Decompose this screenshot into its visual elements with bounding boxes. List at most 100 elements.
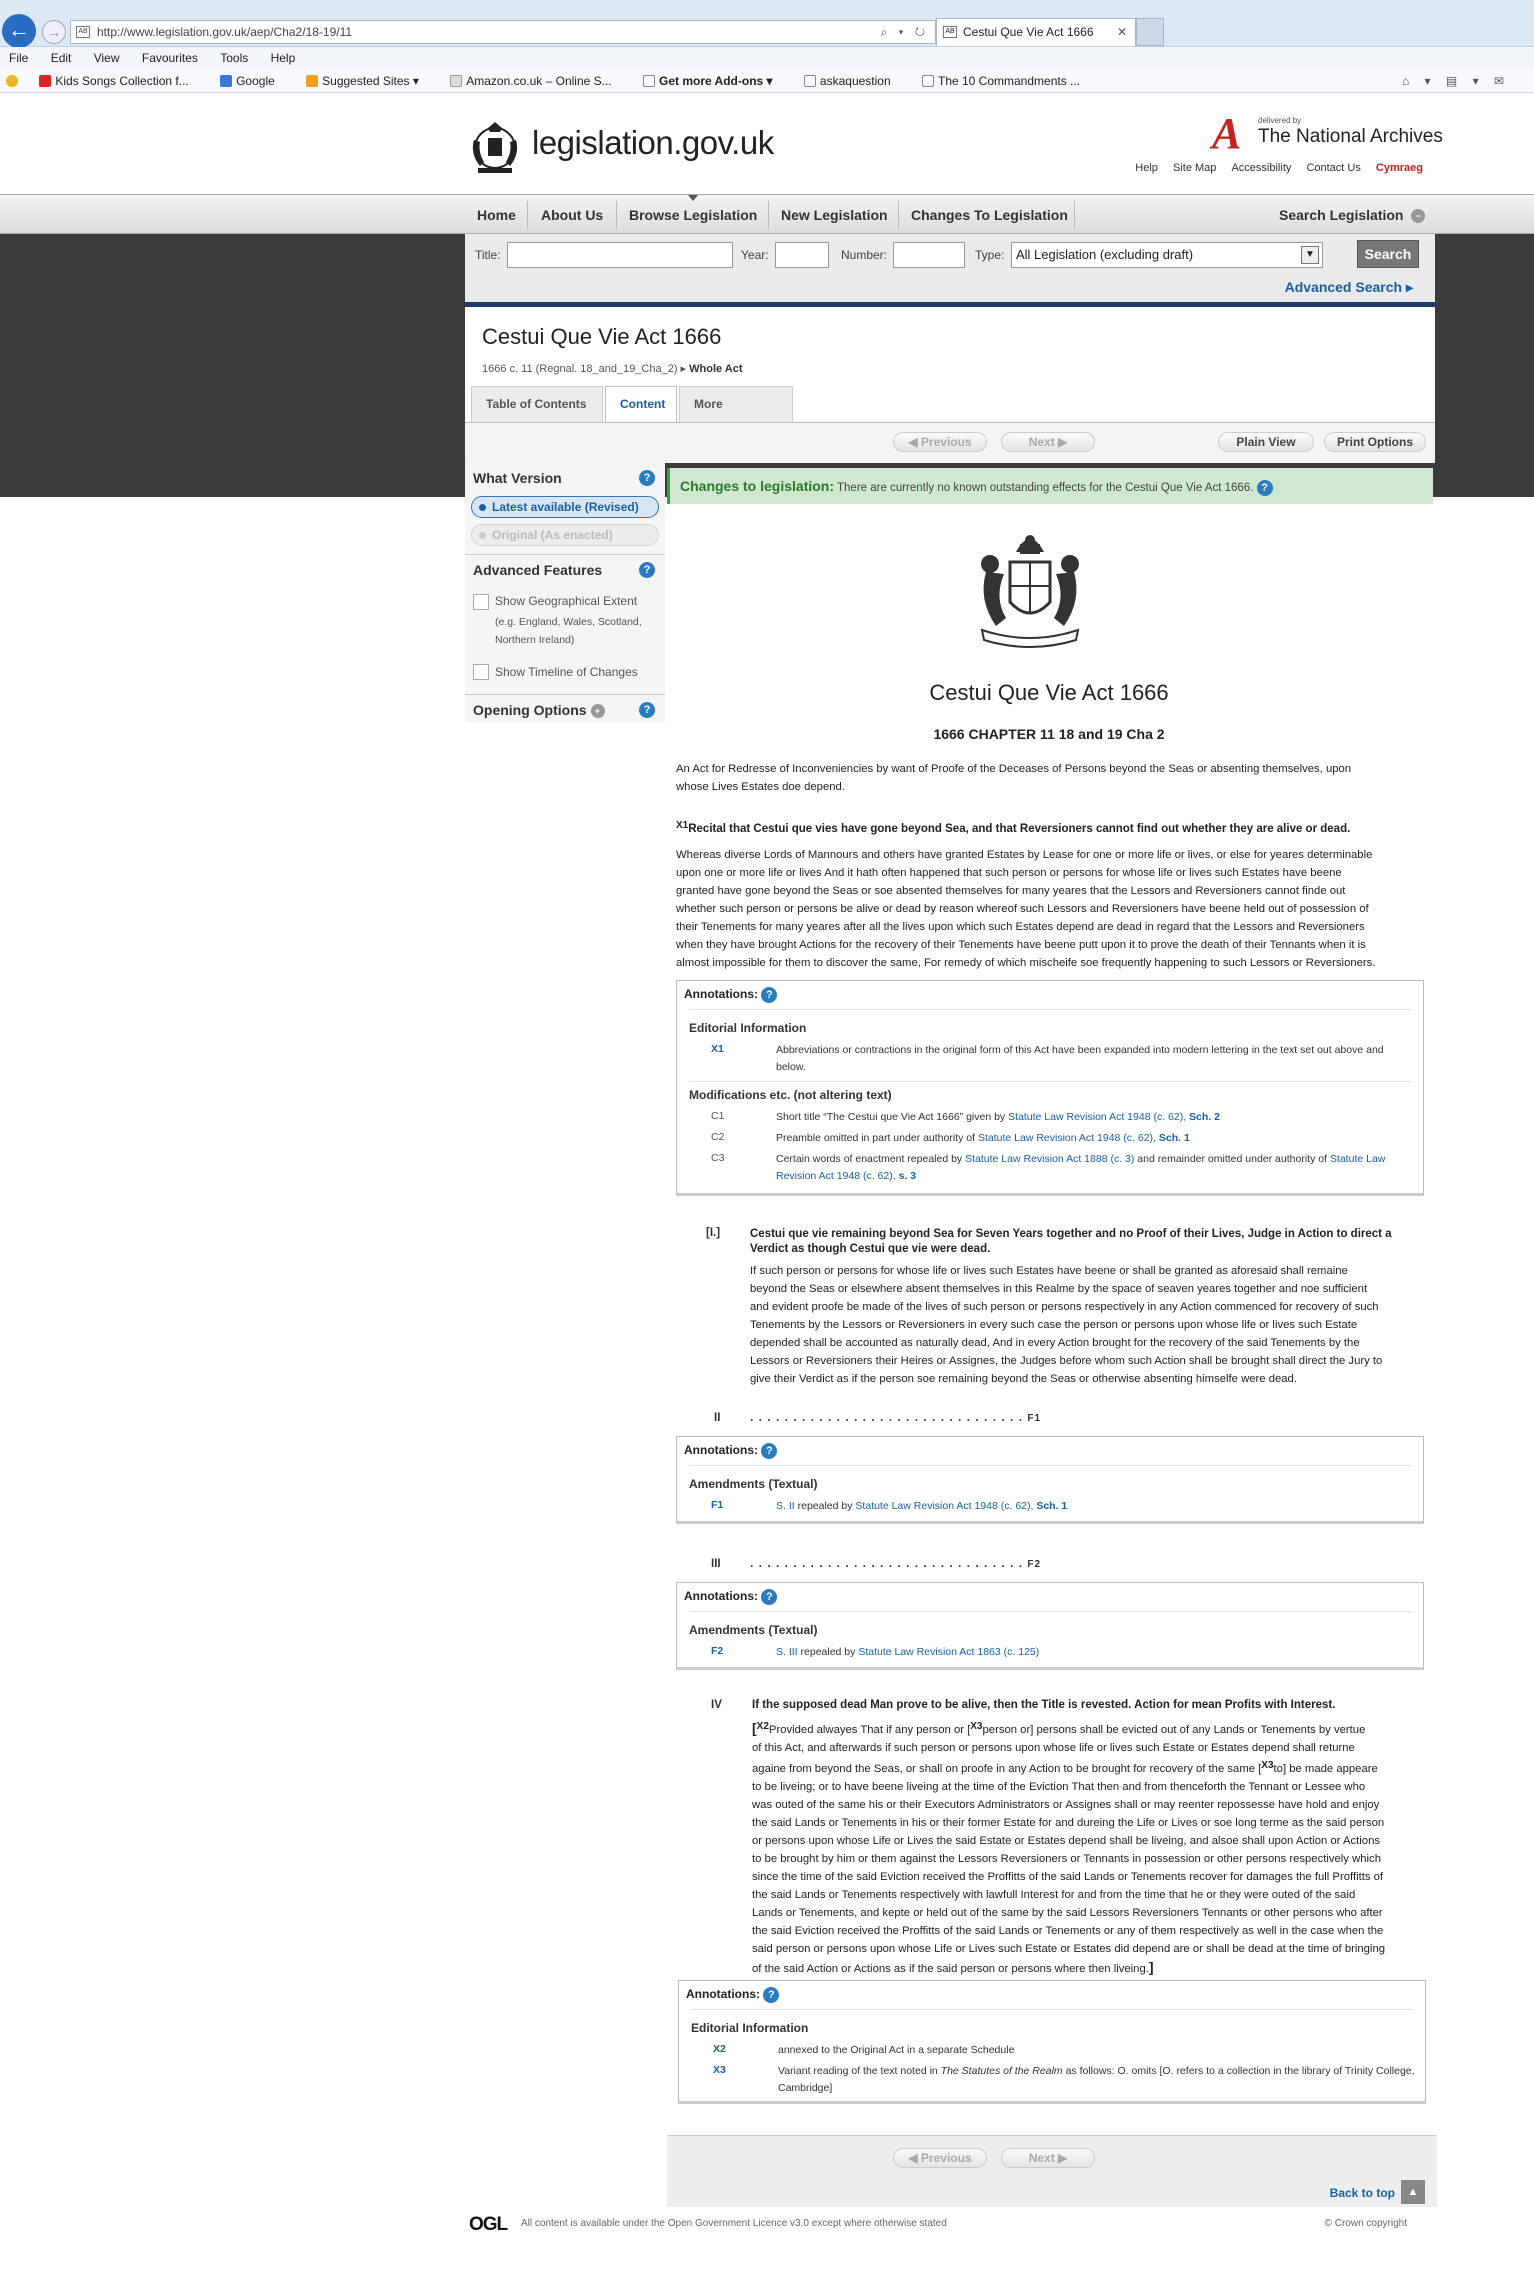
next-button[interactable]: Next ▶	[1001, 432, 1095, 452]
previous-button[interactable]: ◀ Previous	[893, 2148, 987, 2168]
number-input[interactable]	[893, 242, 965, 268]
x2-marker[interactable]: X2	[757, 1721, 769, 1732]
fav-askaquestion[interactable]: askaquestion	[803, 69, 905, 93]
x3-marker[interactable]: X3	[970, 1721, 982, 1732]
tna-letter-logo: A	[1212, 109, 1242, 158]
statute-link[interactable]: Statute Law Revision Act 1948 (c. 62),	[1008, 1111, 1186, 1123]
menu-view[interactable]: View	[94, 47, 120, 69]
plain-view-button[interactable]: Plain View	[1218, 432, 1314, 452]
help-icon[interactable]: ?	[639, 702, 655, 718]
fav-amazon[interactable]: Amazon.co.uk – Online S...	[450, 69, 625, 93]
tab-table-of-contents[interactable]: Table of Contents	[471, 386, 603, 422]
opening-options-link[interactable]: Opening Options +	[473, 702, 605, 719]
menu-file[interactable]: File	[9, 47, 28, 69]
tab-content[interactable]: Content	[605, 386, 677, 422]
address-bar[interactable]: AB http://www.legislation.gov.uk/aep/Cha…	[70, 20, 936, 44]
schedule-link[interactable]: Sch. 2	[1189, 1111, 1220, 1123]
statute-link[interactable]: Revision Act 1948 (c. 62),	[776, 1170, 896, 1182]
annotation-code-f2[interactable]: F2	[711, 1645, 723, 1657]
nav-search-legislation[interactable]: Search Legislation −	[1279, 207, 1426, 224]
tab-more-resources[interactable]: More Resources ?	[679, 386, 793, 447]
advanced-search-link[interactable]: Advanced Search ▸	[1285, 279, 1413, 296]
favourites-star-icon[interactable]	[6, 69, 22, 93]
cymraeg-link[interactable]: Cymraeg	[1376, 162, 1423, 174]
ogl-logo[interactable]: OGL	[469, 2214, 508, 2236]
help-icon[interactable]: ?	[761, 1589, 778, 1605]
help-icon[interactable]: ?	[639, 562, 655, 578]
statute-link[interactable]: Statute Law Revision Act 1948 (c. 62),	[978, 1132, 1156, 1144]
f1-marker[interactable]: F1	[1027, 1413, 1041, 1424]
fav-ten-commandments[interactable]: The 10 Commandments ...	[921, 69, 1094, 93]
next-button[interactable]: Next ▶	[1001, 2148, 1095, 2168]
act-title: Cestui Que Vie Act 1666	[929, 680, 1169, 705]
annotation-code-x3[interactable]: X3	[713, 2064, 726, 2076]
title-input[interactable]	[507, 242, 733, 268]
timeline-checkbox[interactable]	[473, 664, 489, 680]
help-icon[interactable]: ?	[761, 1443, 778, 1459]
tab-close-icon[interactable]: ✕	[1117, 19, 1127, 45]
menu-favourites[interactable]: Favourites	[142, 47, 198, 69]
geographical-extent-checkbox[interactable]	[473, 594, 489, 610]
accessibility-link[interactable]: Accessibility	[1231, 162, 1291, 174]
royal-crest-icon[interactable]	[466, 118, 524, 176]
previous-button[interactable]: ◀ Previous	[893, 432, 987, 452]
fav-kids-songs[interactable]: Kids Songs Collection f...	[39, 69, 202, 93]
annotation-divider	[689, 1081, 1411, 1082]
f2-marker[interactable]: F2	[1027, 1559, 1041, 1570]
latest-version-button[interactable]: Latest available (Revised)	[471, 496, 659, 518]
whole-act-link[interactable]: Whole Act	[689, 363, 742, 375]
site-map-link[interactable]: Site Map	[1173, 162, 1216, 174]
menu-tools[interactable]: Tools	[220, 47, 248, 69]
statute-link[interactable]: Statute Law	[1330, 1153, 1385, 1165]
nav-about-us[interactable]: About Us	[541, 207, 603, 223]
type-select[interactable]: All Legislation (excluding draft) ▼	[1011, 242, 1323, 268]
help-icon[interactable]: ?	[763, 1987, 780, 2003]
fav-google[interactable]: Google	[220, 69, 289, 93]
browser-tab[interactable]: AB Cestui Que Vie Act 1666 ✕	[936, 18, 1136, 46]
schedule-link[interactable]: Sch. 1	[1159, 1132, 1190, 1144]
google-icon	[220, 75, 233, 87]
annotation-code-x1[interactable]: X1	[711, 1043, 724, 1055]
nav-changes-to-legislation[interactable]: Changes To Legislation	[911, 207, 1068, 223]
new-tab-button[interactable]	[1136, 18, 1164, 46]
annotations-panel: Annotations: ? Editorial Information X1 …	[676, 980, 1424, 1196]
fav-get-addons[interactable]: Get more Add-ons ▾	[642, 69, 787, 93]
arrow-up-icon[interactable]: ▲	[1401, 2180, 1425, 2204]
statute-link[interactable]: Statute Law Revision Act 1948 (c. 62),	[855, 1500, 1033, 1512]
nav-new-legislation[interactable]: New Legislation	[781, 207, 888, 223]
menu-edit[interactable]: Edit	[51, 47, 72, 69]
x1-marker[interactable]: X1	[676, 820, 688, 831]
editorial-information-heading: Editorial Information	[691, 2021, 809, 2035]
back-arrow-icon[interactable]: ←	[2, 14, 36, 48]
section-link[interactable]: S. II	[776, 1500, 795, 1512]
fav-suggested-sites[interactable]: Suggested Sites ▾	[306, 69, 433, 93]
section-link[interactable]: s. 3	[899, 1170, 917, 1182]
help-link[interactable]: Help	[1135, 162, 1158, 174]
help-icon[interactable]: ?	[1256, 479, 1273, 496]
search-button[interactable]: Search	[1357, 240, 1419, 268]
help-icon[interactable]: ?	[761, 987, 778, 1003]
annotation-code-x2[interactable]: X2	[713, 2043, 726, 2055]
national-archives-logo[interactable]: A delivered by The National Archives	[1212, 109, 1443, 158]
year-input[interactable]	[775, 242, 829, 268]
help-icon[interactable]: ?	[639, 470, 655, 486]
nav-browse-legislation[interactable]: Browse Legislation	[629, 207, 757, 223]
annotation-code-f1[interactable]: F1	[711, 1499, 723, 1511]
section-link[interactable]: S. III	[776, 1646, 798, 1658]
schedule-link[interactable]: Sch. 1	[1036, 1500, 1067, 1512]
site-name-logo[interactable]: legislation.gov.uk	[532, 124, 774, 162]
original-version-button[interactable]: Original (As enacted)	[471, 524, 659, 546]
x3-marker[interactable]: X3	[1261, 1760, 1273, 1771]
contact-us-link[interactable]: Contact Us	[1306, 162, 1360, 174]
statute-link[interactable]: Statute Law Revision Act 1863 (c. 125)	[858, 1646, 1039, 1658]
geographical-extent-label: Show Geographical Extent	[495, 594, 638, 608]
address-tools-icon[interactable]: ⌕ ▾ ↻	[880, 21, 929, 43]
menu-help[interactable]: Help	[271, 47, 296, 69]
command-bar-icons[interactable]: ⌂ ▾ ▤ ▾ ✉	[1402, 69, 1510, 93]
statute-link[interactable]: Statute Law Revision Act 1888 (c. 3)	[965, 1153, 1134, 1165]
back-to-top-link[interactable]: Back to top	[1330, 2186, 1395, 2200]
print-options-button[interactable]: Print Options	[1324, 432, 1426, 452]
forward-arrow-icon[interactable]: →	[42, 20, 66, 44]
nav-home[interactable]: Home	[477, 207, 516, 223]
annotation-text-x2: annexed to the Original Act in a separat…	[778, 2044, 1015, 2056]
